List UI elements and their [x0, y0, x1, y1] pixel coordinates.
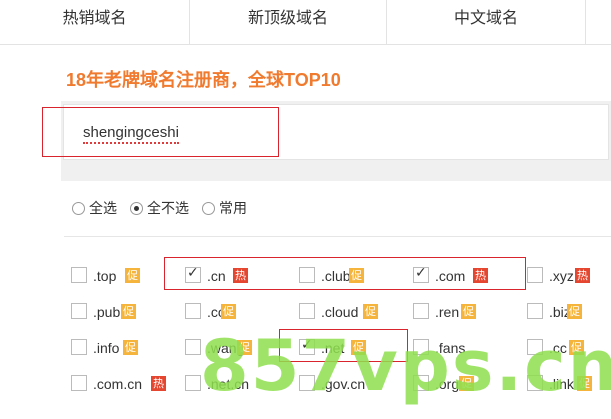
domain-suffix-label: .club: [321, 268, 351, 284]
domain-suffix-label: .cc: [549, 340, 567, 356]
promo-headline: 18年老牌域名注册商，全球TOP10: [66, 70, 341, 90]
domain-suffix-label: .net.cn: [207, 376, 250, 392]
domain-checkbox[interactable]: [299, 337, 315, 355]
domain-suffix-label: .fans: [435, 340, 466, 356]
radio-select-none-dot[interactable]: [130, 202, 143, 215]
radio-common-label: 常用: [219, 200, 247, 216]
divider: [64, 236, 611, 237]
domain-checkbox[interactable]: [413, 339, 429, 355]
domain-checkbox[interactable]: [527, 375, 543, 391]
domain-suffix-label: .org: [435, 376, 460, 392]
domain-suffix-label: .pub: [93, 304, 121, 320]
hot-badge: 热: [233, 268, 248, 283]
promo-badge: 促: [121, 304, 136, 319]
domain-checkbox[interactable]: [185, 339, 201, 355]
domain-suffix-label: .info: [93, 340, 120, 356]
domain-checkbox[interactable]: [527, 267, 543, 283]
domain-suffix-label: .ren: [435, 304, 460, 320]
promo-badge: 促: [569, 340, 584, 355]
promo-badge: 促: [349, 268, 364, 283]
radio-select-none[interactable]: 全不选: [130, 198, 189, 218]
domain-checkbox[interactable]: [299, 303, 315, 319]
domain-suffix-label: .gov.cn: [321, 376, 366, 392]
hot-badge: 热: [473, 268, 488, 283]
tab-hot-domains[interactable]: 热销域名: [0, 0, 190, 44]
domain-checkbox[interactable]: [299, 375, 315, 391]
domain-checkbox[interactable]: [413, 375, 429, 391]
domain-checkbox[interactable]: [185, 375, 201, 391]
domain-checkbox[interactable]: [299, 267, 315, 283]
radio-select-all-dot[interactable]: [72, 202, 85, 215]
domain-checkbox[interactable]: [71, 339, 87, 355]
domain-checkbox[interactable]: [185, 303, 201, 319]
domain-checkbox[interactable]: [71, 375, 87, 391]
promo-badge: 促: [123, 340, 138, 355]
domain-checkbox[interactable]: [413, 303, 429, 319]
domain-suffix-label: .net: [321, 340, 345, 356]
promo-badge: 促: [459, 376, 474, 391]
domain-category-tabs: 热销域名 新顶级域名 中文域名: [0, 0, 611, 45]
domain-checkbox[interactable]: [527, 303, 543, 319]
promo-badge: 促: [567, 304, 582, 319]
tab-chinese-domains[interactable]: 中文域名: [387, 0, 586, 44]
domain-suffix-label: .xyz: [549, 268, 574, 284]
domain-suffix-label: .com.cn: [93, 376, 143, 392]
domain-search-value: shengingceshi: [83, 124, 179, 144]
promo-badge: 促: [363, 304, 378, 319]
promo-badge: 促: [461, 304, 476, 319]
promo-badge: 促: [221, 304, 236, 319]
hot-badge: 热: [151, 376, 166, 391]
radio-common[interactable]: 常用: [202, 198, 247, 218]
domain-search-input[interactable]: shengingceshi: [63, 104, 609, 160]
tab-new-tld-domains[interactable]: 新顶级域名: [190, 0, 387, 44]
promo-badge: 促: [237, 340, 252, 355]
domain-checkbox[interactable]: [527, 339, 543, 355]
radio-common-dot[interactable]: [202, 202, 215, 215]
domain-checkbox[interactable]: [185, 265, 201, 283]
radio-select-all[interactable]: 全选: [72, 198, 117, 218]
radio-select-all-label: 全选: [89, 200, 117, 216]
domain-suffix-label: .cloud: [321, 304, 359, 320]
promo-badge: 促: [577, 376, 592, 391]
hot-badge: 热: [575, 268, 590, 283]
domain-suffix-label: .cn: [207, 268, 226, 284]
radio-select-none-label: 全不选: [147, 200, 189, 216]
domain-suffix-label: .com: [435, 268, 466, 284]
domain-checkbox[interactable]: [71, 303, 87, 319]
domain-suffix-label: .link: [549, 376, 574, 392]
promo-badge: 促: [125, 268, 140, 283]
promo-badge: 促: [351, 340, 366, 355]
domain-suffix-label: .top: [93, 268, 117, 284]
domain-checkbox[interactable]: [71, 267, 87, 283]
domain-checkbox[interactable]: [413, 265, 429, 283]
